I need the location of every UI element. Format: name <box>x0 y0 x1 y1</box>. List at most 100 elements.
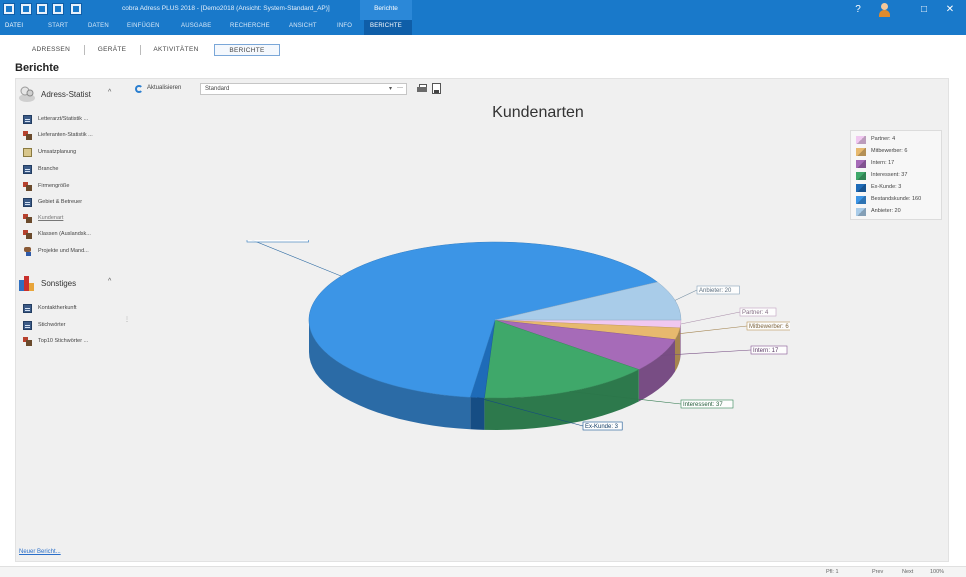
chevron-up-icon[interactable]: ^ <box>108 278 111 285</box>
sidebar-item-umsatzplanung[interactable]: Umsatzplanung <box>23 147 121 158</box>
sidebar-item-letterarzt[interactable]: Letterarzt/Statistik ... <box>23 114 121 125</box>
status-next[interactable]: Next <box>902 569 913 575</box>
restore-button[interactable]: □ <box>916 2 932 18</box>
sidebar-item-top10-stichwoerter[interactable]: Top10 Stichwörter ... <box>23 336 121 347</box>
report-chart-icon <box>23 230 32 239</box>
new-report-link[interactable]: Neuer Bericht... <box>19 549 61 555</box>
misc-chart-icon <box>19 276 34 291</box>
new-address-icon[interactable] <box>20 3 32 15</box>
menu-ausgabe[interactable]: AUSGABE <box>181 23 211 29</box>
tab-geraete[interactable]: GERÄTE <box>92 44 132 56</box>
sidebar-item-branche[interactable]: Branche <box>23 164 121 175</box>
tab-aktivitaeten[interactable]: AKTIVITÄTEN <box>147 44 205 56</box>
group-header-sonstiges[interactable]: Sonstiges ^ <box>18 274 123 292</box>
refresh-icon[interactable] <box>135 85 143 93</box>
status-bar: Pfl: 1 Prev Next 100% <box>0 566 966 577</box>
page-title: Berichte <box>15 62 60 74</box>
legend-item-intern[interactable]: Intern: 17 <box>856 159 942 169</box>
data-label-text: Mitbewerber: 6 <box>749 324 789 330</box>
refresh-button-label[interactable]: Aktualisieren <box>147 85 181 91</box>
help-button[interactable]: ? <box>850 2 866 18</box>
data-label-bestandskunde: Bestandskunde: 160 <box>246 240 342 277</box>
app-logo-icon <box>3 3 15 15</box>
group-header-adress-statistik[interactable]: Adress-Statist ^ <box>18 85 123 103</box>
status-prev[interactable]: Prev <box>872 569 883 575</box>
sidebar-item-stichwoerter[interactable]: Stichwörter <box>23 320 121 331</box>
layout-select[interactable]: Standard ▾ — <box>200 83 407 95</box>
data-label-anbieter: Anbieter: 20 <box>674 285 740 301</box>
report-chart-icon <box>23 131 32 140</box>
menu-start[interactable]: START <box>48 23 68 29</box>
legend-swatch <box>856 148 866 156</box>
legend-label: Intern: 17 <box>871 160 895 166</box>
layout-select-value: Standard <box>205 86 230 92</box>
legend-label: Partner: 4 <box>871 136 896 142</box>
print-icon[interactable] <box>417 84 427 93</box>
report-chart-icon <box>23 182 32 191</box>
legend-label: Bestandskunde: 160 <box>871 196 922 202</box>
sidebar-item-kontaktherkunft[interactable]: Kontaktherkunft <box>23 303 121 314</box>
menu-ansicht[interactable]: ANSICHT <box>289 23 317 29</box>
data-label-text: Ex-Kunde: 3 <box>585 424 619 430</box>
leader-line <box>251 240 342 277</box>
table-icon <box>23 165 32 174</box>
app-title: cobra Adress PLUS 2018 - [Demo2018 (Ansi… <box>122 5 330 12</box>
legend-item-bestandskunde[interactable]: Bestandskunde: 160 <box>856 195 942 205</box>
data-label-text: Intern: 17 <box>753 348 779 354</box>
menu-info[interactable]: INFO <box>337 23 352 29</box>
export-icon[interactable] <box>432 83 441 94</box>
sidebar-item-firmengroesse[interactable]: Firmengröße <box>23 181 121 192</box>
user-avatar-icon[interactable] <box>877 2 891 17</box>
tab-berichte[interactable]: BERICHTE <box>214 44 280 56</box>
report-sidebar: Adress-Statist ^ Letterarzt/Statistik ..… <box>15 82 125 562</box>
sidebar-item-label: Stichwörter <box>38 322 66 328</box>
menu-einfuegen[interactable]: EINFÜGEN <box>127 23 160 29</box>
legend-item-interessent[interactable]: Interessent: 37 <box>856 171 942 181</box>
group-label: Adress-Statist <box>41 90 91 99</box>
clear-selection-icon[interactable]: — <box>397 85 403 91</box>
sidebar-item-label: Kontaktherkunft <box>38 305 77 311</box>
person-icon <box>23 247 32 256</box>
menu-datei[interactable]: DATEI <box>5 23 23 29</box>
sidebar-item-label: Lieferanten-Statistik ... <box>38 132 93 138</box>
quick-access-icon[interactable] <box>70 3 82 15</box>
menu-daten[interactable]: DATEN <box>88 23 109 29</box>
chevron-up-icon[interactable]: ^ <box>108 89 111 96</box>
legend-item-anbieter[interactable]: Anbieter: 20 <box>856 207 942 217</box>
splitter-handle[interactable]: ⋮ <box>124 316 130 323</box>
save-icon[interactable] <box>36 3 48 15</box>
legend-swatch <box>856 136 866 144</box>
leader-line <box>674 289 698 301</box>
report-chart-icon <box>23 214 32 223</box>
chevron-down-icon[interactable]: ▾ <box>389 85 392 92</box>
menu-recherche[interactable]: RECHERCHE <box>230 23 270 29</box>
data-label-partner: Partner: 4 <box>680 307 777 325</box>
table-icon <box>23 198 32 207</box>
leader-line <box>680 311 741 325</box>
close-button[interactable]: ✕ <box>942 2 958 18</box>
status-zoom[interactable]: 100% <box>930 569 944 575</box>
sidebar-item-label: Umsatzplanung <box>38 149 77 155</box>
legend-label: Mitbewerber: 6 <box>871 148 908 154</box>
sidebar-item-kundenart[interactable]: Kundenart <box>23 213 121 224</box>
sidebar-item-gebiet-betreuer[interactable]: Gebiet & Betreuer <box>23 197 121 208</box>
legend-item-mitbewerber[interactable]: Mitbewerber: 6 <box>856 147 942 157</box>
legend-swatch <box>856 172 866 180</box>
print-quick-icon[interactable] <box>52 3 64 15</box>
chart-title: Kundenarten <box>492 104 584 121</box>
sidebar-item-lieferanten[interactable]: Lieferanten-Statistik ... <box>23 130 121 141</box>
sidebar-item-label: Gebiet & Betreuer <box>38 199 83 205</box>
status-page: Pfl: 1 <box>826 569 839 575</box>
data-label-text: Bestandskunde: 160 <box>249 240 304 242</box>
menu-berichte[interactable]: BERICHTE <box>370 23 402 29</box>
legend-label: Ex-Kunde: 3 <box>871 184 902 190</box>
sidebar-item-label: Firmengröße <box>38 183 70 189</box>
table-icon <box>23 321 32 330</box>
legend-item-ex-kunde[interactable]: Ex-Kunde: 3 <box>856 183 942 193</box>
table-icon <box>23 304 32 313</box>
sidebar-item-klassen[interactable]: Klassen (Auslandsk... <box>23 229 121 240</box>
legend-item-partner[interactable]: Partner: 4 <box>856 135 942 145</box>
sidebar-item-projekte[interactable]: Projekte und Mand... <box>23 246 121 257</box>
tab-adressen[interactable]: ADRESSEN <box>26 44 76 56</box>
sidebar-item-label: Branche <box>38 166 59 172</box>
